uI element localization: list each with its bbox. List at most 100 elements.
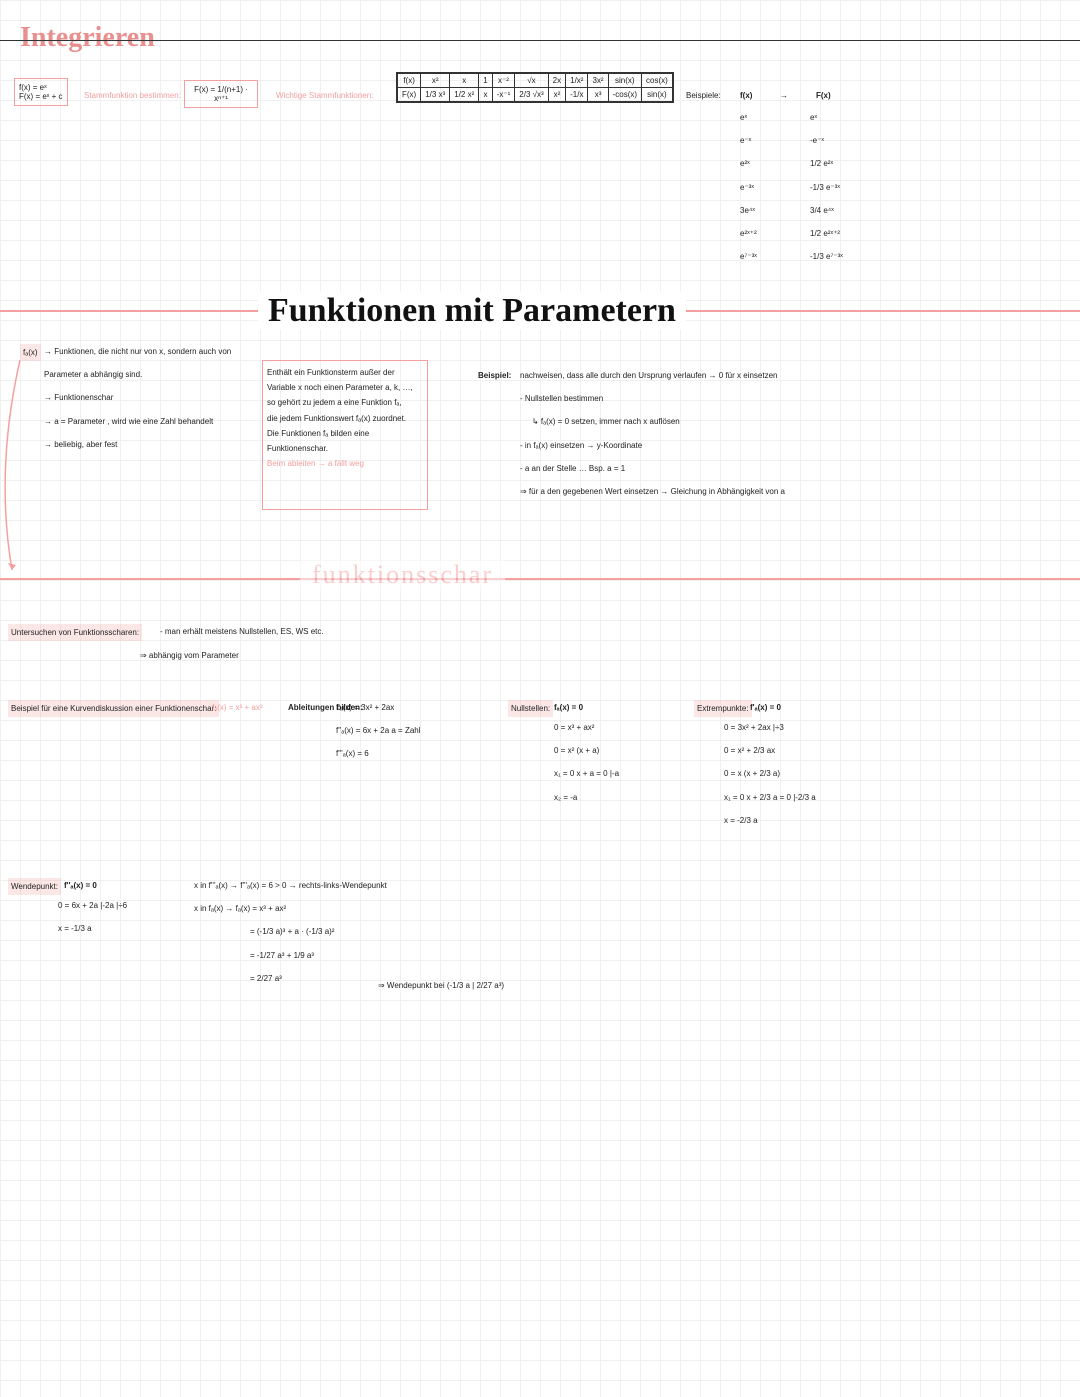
arrow-curve-icon [0, 360, 30, 580]
untersuchen-label: Untersuchen von Funktionsscharen: [8, 624, 142, 641]
list-item: e²ˣ [740, 156, 757, 171]
cell: 2x [548, 74, 565, 88]
extrem-lines: 0 = 3x² + 2ax |÷3 0 = x² + 2/3 ax 0 = x … [724, 720, 816, 828]
ableitungen-lines: f'ₐ(x) = 3x² + 2ax f''ₐ(x) = 6x + 2a a =… [336, 700, 421, 762]
cell: x² [421, 74, 450, 88]
cell: x [479, 88, 492, 102]
ex-line: x₁ = 0 x + 2/3 a = 0 |-2/3 a [724, 790, 816, 805]
wende-label: Wendepunkt: [8, 878, 61, 895]
bsp-line: ⇒ für a den gegebenen Wert einsetzen → G… [520, 484, 940, 499]
untersuchen-l2: ⇒ abhängig vom Parameter [140, 648, 239, 663]
def-line: die jedem Funktionswert fₐ(x) zuordnet. [267, 411, 423, 426]
nullstellen-cond: fₐ(x) = 0 [554, 700, 583, 715]
def-line: Die Funktionen fₐ bilden eine Funktionen… [267, 426, 423, 456]
kurven-fx: fₐ(x) = x³ + ax² [212, 700, 263, 715]
ns-line: 0 = x³ + ax² [554, 720, 619, 735]
wende-cond: f''ₐ(x) = 0 [64, 878, 97, 893]
rule1-l1: f(x) = eˣ [19, 83, 63, 92]
ns-line: x₁ = 0 x + a = 0 |-a [554, 766, 619, 781]
wpr-line: = -1/27 a³ + 1/9 a³ [194, 948, 534, 963]
ns-line: 0 = x² (x + a) [554, 743, 619, 758]
def-line: Enthält ein Funktionsterm außer der [267, 365, 423, 380]
rule2-l1: F(x) = 1/(n+1) · xⁿ⁺¹ [189, 85, 253, 103]
cell: 3x² [588, 74, 608, 88]
note-line: Parameter a abhängig sind. [44, 367, 244, 382]
bsp-lines: nachweisen, dass alle durch den Ursprung… [520, 368, 940, 499]
ex-line: 0 = x² + 2/3 ax [724, 743, 816, 758]
cell: x⁻² [492, 74, 515, 88]
rule1-l2: F(x) = eˣ + c [19, 92, 63, 101]
section-title: Funktionen mit Parametern [258, 292, 686, 330]
list-item: 3e⁴ˣ [740, 203, 757, 218]
cell: sin(x) [608, 74, 641, 88]
list-item: eˣ [740, 110, 757, 125]
cell: f(x) [398, 74, 421, 88]
func-table: f(x) x² x 1 x⁻² √x 2x 1/x² 3x² sin(x) co… [396, 72, 674, 103]
cell: 2/3 √x³ [515, 88, 548, 102]
list-item: -1/3 e⁻³ˣ [810, 180, 843, 195]
note-line: → Funktionen, die nicht nur von x, sonde… [44, 344, 244, 359]
list-item: e⁻³ˣ [740, 180, 757, 195]
fa-notes: → Funktionen, die nicht nur von x, sonde… [44, 344, 244, 452]
list-item: -1/3 e⁷⁻³ˣ [810, 249, 843, 264]
cell: -cos(x) [608, 88, 641, 102]
ex-line: 0 = x (x + 2/3 a) [724, 766, 816, 781]
bsp-line: ↳ fₐ(x) = 0 setzen, immer nach x auflöse… [520, 414, 940, 429]
abl-line: f'ₐ(x) = 3x² + 2ax [336, 700, 421, 715]
cell: 1/2 x² [450, 88, 479, 102]
nullstellen-label: Nullstellen: [508, 700, 553, 717]
def-line: so gehört zu jedem a eine Funktion fₐ, [267, 395, 423, 410]
cell: √x [515, 74, 548, 88]
def-line: Variable x noch einen Parameter a, k, …, [267, 380, 423, 395]
bsp-label: Beispiel: [478, 368, 511, 383]
cell: F(x) [398, 88, 421, 102]
untersuchen-l1: - man erhält meistens Nullstellen, ES, W… [160, 624, 324, 639]
wende-result: ⇒ Wendepunkt bei (-1/3 a | 2/27 a³) [378, 978, 504, 993]
list-item: 3/4 e⁴ˣ [810, 203, 843, 218]
beispiele-F-col: eˣ -e⁻ˣ 1/2 e²ˣ -1/3 e⁻³ˣ 3/4 e⁴ˣ 1/2 e²… [810, 110, 843, 264]
note-line: → Funktionenschar [44, 390, 244, 405]
list-item: e⁻ˣ [740, 133, 757, 148]
section3-title: funktionsschar [300, 560, 505, 590]
ex-line: 0 = 3x² + 2ax |÷3 [724, 720, 816, 735]
list-item: -e⁻ˣ [810, 133, 843, 148]
list-item: 1/2 e²ˣ [810, 156, 843, 171]
cell: -x⁻¹ [492, 88, 515, 102]
cell: -1/x [566, 88, 588, 102]
nullstellen-lines: 0 = x³ + ax² 0 = x² (x + a) x₁ = 0 x + a… [554, 720, 619, 805]
wp-line: x = -1/3 a [58, 921, 127, 936]
cell: x [450, 74, 479, 88]
beispiele-label: Beispiele: [686, 88, 721, 103]
beispiele-hdr-f: f(x) [740, 88, 752, 103]
def-line: Beim ableiten → a fällt weg [267, 456, 423, 471]
cell: 1/x² [566, 74, 588, 88]
arrow-icon: → [780, 88, 788, 103]
ns-line: x₂ = -a [554, 790, 619, 805]
wp-line: 0 = 6x + 2a |-2a |÷6 [58, 898, 127, 913]
note-line: → beliebig, aber fest [44, 437, 244, 452]
list-item: e²ˣ⁺² [740, 226, 757, 241]
rulelabel-2: Wichtige Stammfunktionen: [276, 88, 373, 103]
wpr-line: x in fₐ(x) → fₐ(x) = x³ + ax² [194, 901, 534, 916]
beispiele-f-col: eˣ e⁻ˣ e²ˣ e⁻³ˣ 3e⁴ˣ e²ˣ⁺² e⁷⁻³ˣ [740, 110, 757, 264]
list-item: eˣ [810, 110, 843, 125]
bsp-line: nachweisen, dass alle durch den Ursprung… [520, 368, 940, 383]
cell: cos(x) [642, 74, 673, 88]
cell: x² [548, 88, 565, 102]
section-rule-2 [0, 578, 1080, 580]
page-title: Integrieren [20, 22, 155, 54]
rulebox-1: f(x) = eˣ F(x) = eˣ + c [14, 78, 68, 106]
cell: 1 [479, 74, 492, 88]
cell: 1/3 x³ [421, 88, 450, 102]
wende-right: x in f'''ₐ(x) → f'''ₐ(x) = 6 > 0 → recht… [194, 878, 534, 986]
abl-line: f''ₐ(x) = 6x + 2a a = Zahl [336, 723, 421, 738]
beispiele-hdr-F: F(x) [816, 88, 831, 103]
kurven-label: Beispiel für eine Kurvendiskussion einer… [8, 700, 219, 717]
wende-lines: 0 = 6x + 2a |-2a |÷6 x = -1/3 a [58, 898, 127, 936]
bsp-line: - in fₐ(x) einsetzen → y-Koordinate [520, 438, 940, 453]
fa-label: fₐ(x) [20, 344, 41, 361]
wpr-line: = (-1/3 a)³ + a · (-1/3 a)² [194, 924, 534, 939]
cell: sin(x) [642, 88, 673, 102]
wpr-line: x in f'''ₐ(x) → f'''ₐ(x) = 6 > 0 → recht… [194, 878, 534, 893]
abl-line: f'''ₐ(x) = 6 [336, 746, 421, 761]
